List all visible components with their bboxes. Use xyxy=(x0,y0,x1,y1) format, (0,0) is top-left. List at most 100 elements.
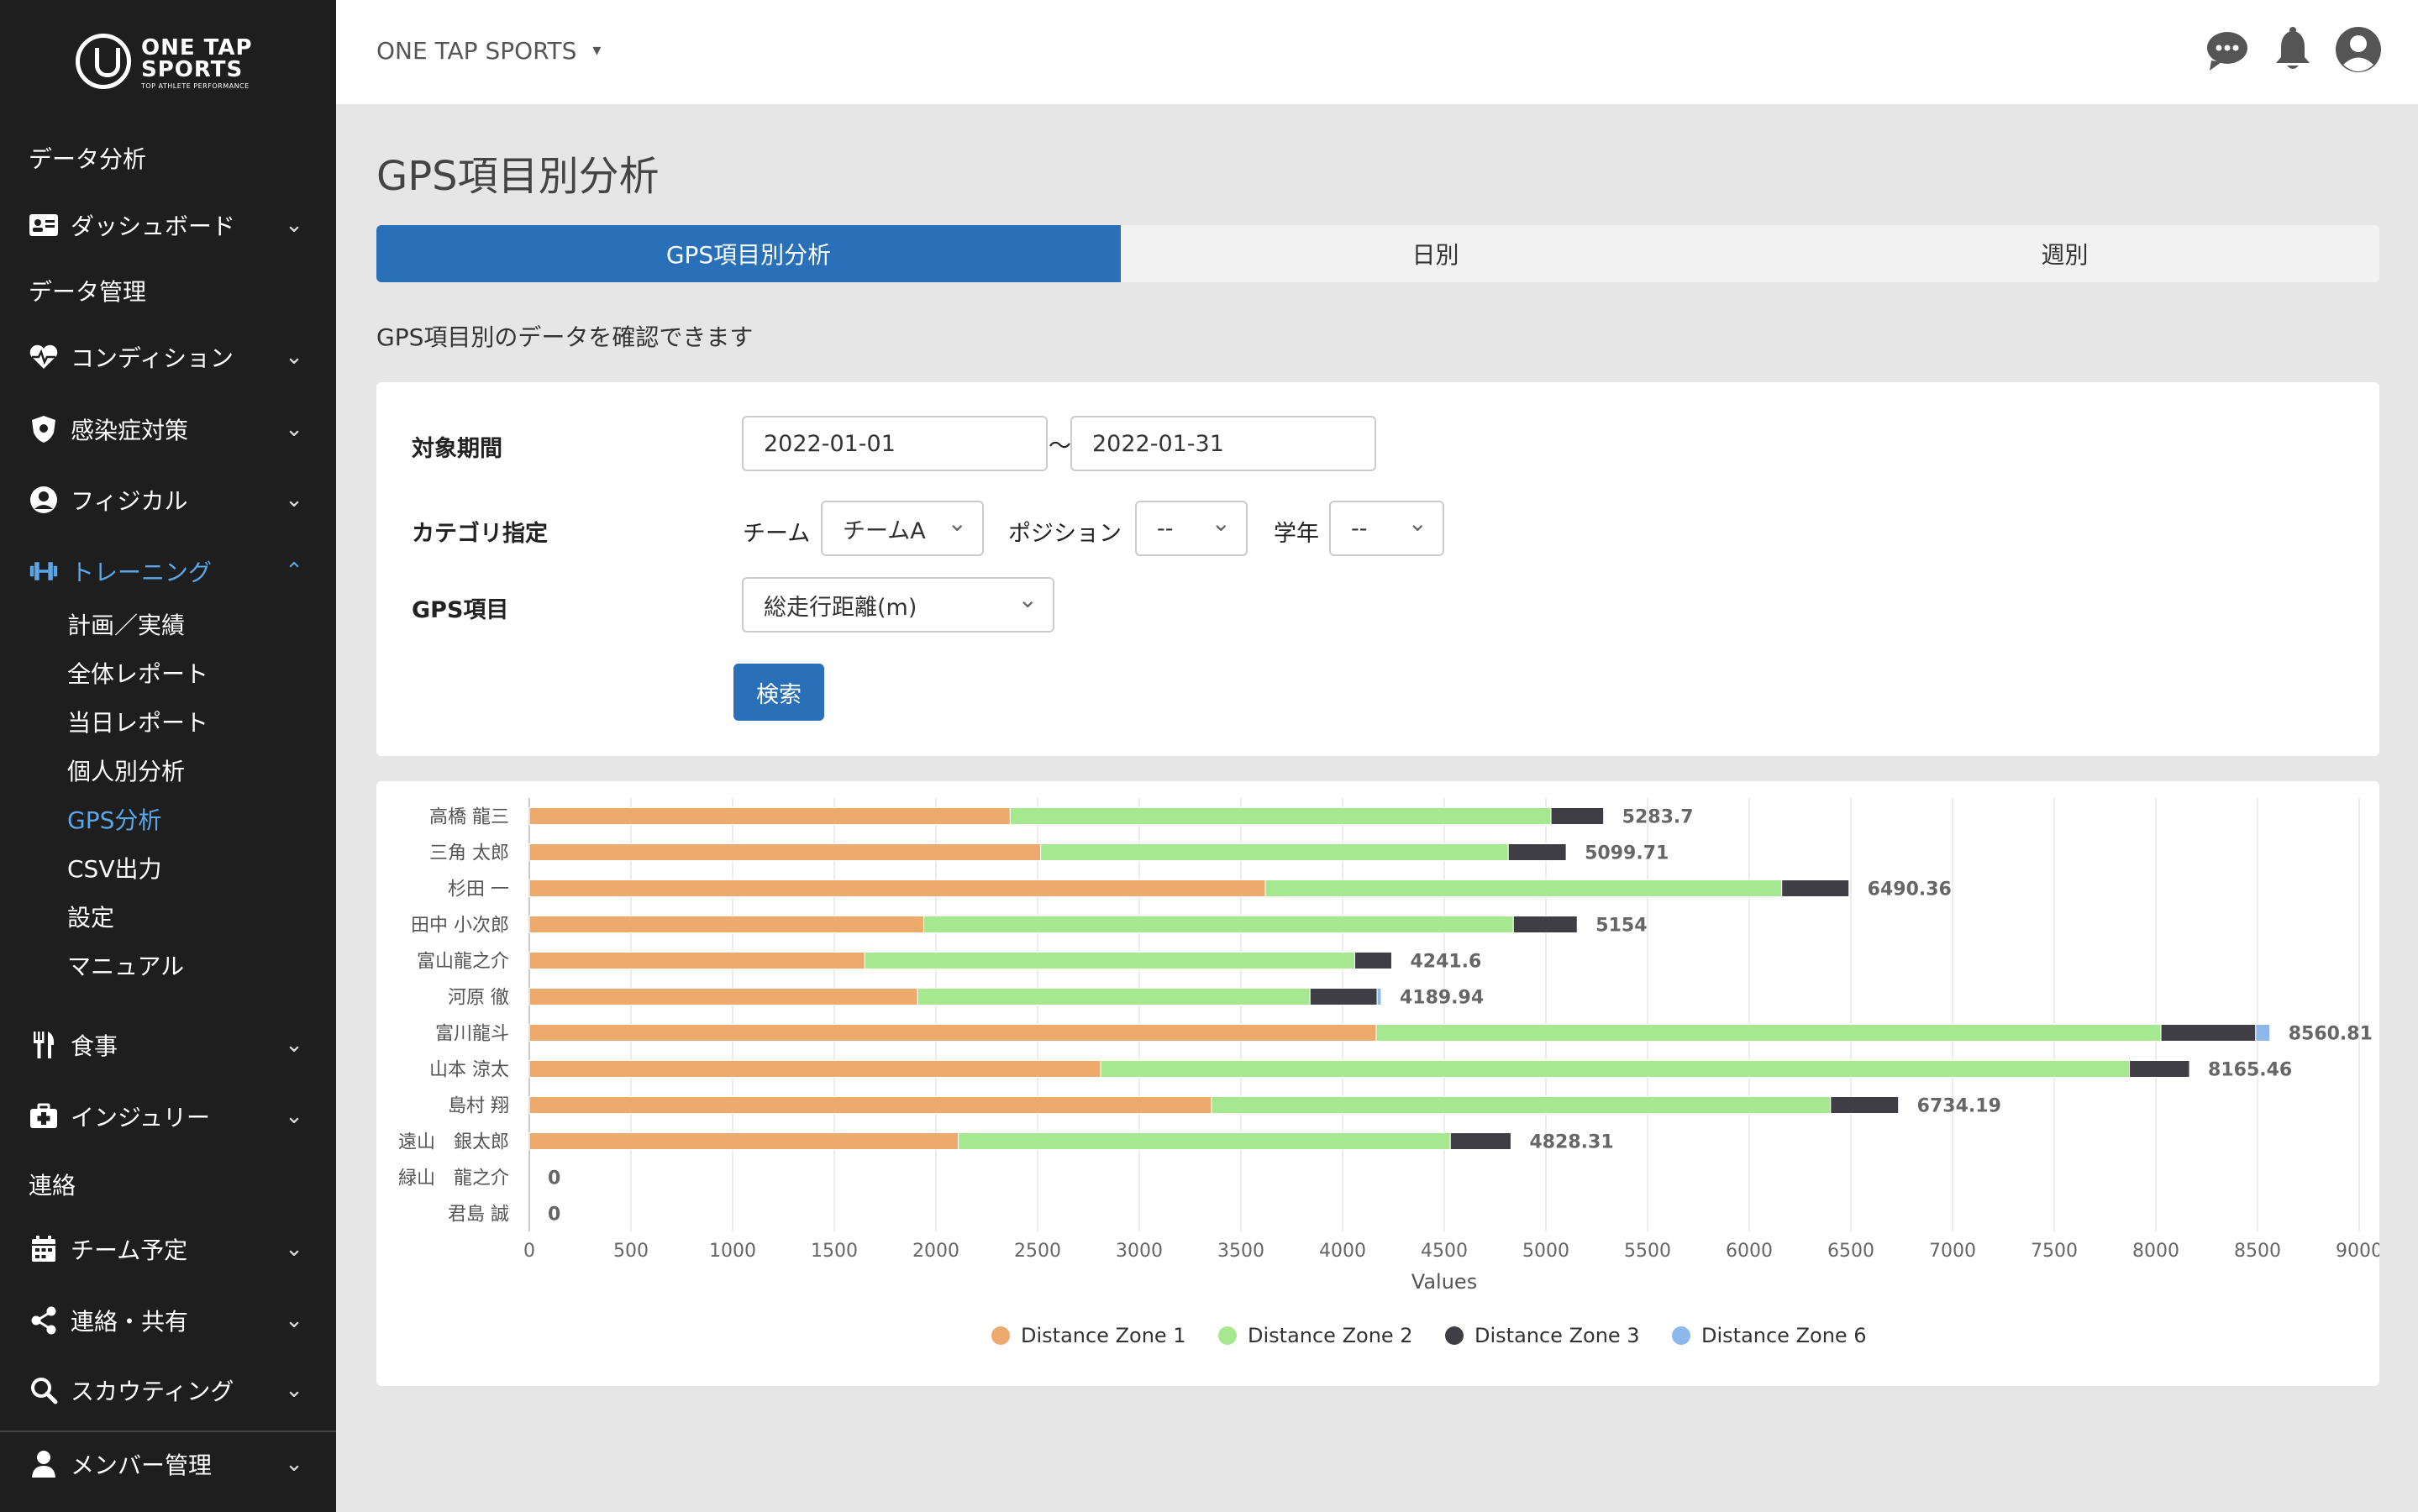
app-logo[interactable]: ONE TAP SPORTS TOP ATHLETE PERFORMANCE xyxy=(76,34,269,92)
position-label: ポジション xyxy=(1008,521,1122,547)
sidebar-item-physical[interactable]: フィジカル ⌄ xyxy=(0,475,336,525)
search-button[interactable]: 検索 xyxy=(733,664,824,721)
sidebar-item-dashboard[interactable]: ダッシュボード ⌄ xyxy=(0,200,336,250)
bar-segment xyxy=(528,1096,1212,1114)
bar-total-label: 5283.7 xyxy=(1622,807,1694,828)
medkit-icon xyxy=(29,1101,59,1131)
bar-segment xyxy=(2160,1024,2257,1042)
sidebar-subitem-gps-analysis[interactable]: GPS分析 xyxy=(67,802,161,836)
sidebar-item-label: コンディション xyxy=(71,344,234,372)
account-avatar-icon[interactable] xyxy=(2334,25,2383,74)
x-tick-label: 3500 xyxy=(1217,1241,1264,1262)
sidebar-item-team-schedule[interactable]: チーム予定 ⌄ xyxy=(0,1224,336,1274)
logo-line1: ONE TAP xyxy=(141,35,253,60)
y-category-label: 三角 太郎 xyxy=(429,843,509,864)
category-label: カテゴリ指定 xyxy=(412,521,548,547)
filter-card: 対象期間 2022-01-01 〜 2022-01-31 カテゴリ指定 チーム … xyxy=(376,382,2379,756)
position-select[interactable]: -- xyxy=(1135,501,1248,556)
x-tick-label: 2000 xyxy=(912,1241,959,1262)
chevron-down-icon: ⌄ xyxy=(285,1452,303,1477)
tab-gps-item-analysis[interactable]: GPS項目別分析 xyxy=(376,225,1121,282)
bar-segment xyxy=(1781,879,1850,897)
bar-segment xyxy=(528,807,1011,825)
legend-label: Distance Zone 2 xyxy=(1248,1324,1413,1347)
sidebar-item-scouting[interactable]: スカウティング ⌄ xyxy=(0,1365,336,1415)
sidebar-heading-data-analysis: データ分析 xyxy=(29,145,147,173)
chevron-down-icon: ⌄ xyxy=(285,344,303,370)
sidebar: ONE TAP SPORTS TOP ATHLETE PERFORMANCE デ… xyxy=(0,0,336,1512)
bar-total-label: 4241.6 xyxy=(1410,952,1481,973)
date-from-input[interactable]: 2022-01-01 xyxy=(742,416,1048,471)
sidebar-item-condition[interactable]: コンディション ⌄ xyxy=(0,332,336,382)
chat-icon[interactable] xyxy=(2203,25,2252,74)
x-tick-label: 8000 xyxy=(2132,1241,2179,1262)
x-tick-label: 1500 xyxy=(811,1241,858,1262)
tab-weekly[interactable]: 週別 xyxy=(1750,225,2379,282)
sidebar-item-infection[interactable]: 感染症対策 ⌄ xyxy=(0,404,336,454)
bar-segment xyxy=(1830,1096,1900,1114)
legend-label: Distance Zone 1 xyxy=(1021,1324,1186,1347)
sidebar-divider xyxy=(0,1431,336,1432)
y-category-label: 田中 小次郎 xyxy=(411,916,509,937)
sidebar-subitem-csv-export[interactable]: CSV出力 xyxy=(67,851,161,885)
bar-segment xyxy=(1449,1132,1511,1150)
sidebar-subitem-settings[interactable]: 設定 xyxy=(67,900,114,933)
sidebar-subitem-individual-analysis[interactable]: 個人別分析 xyxy=(67,753,185,787)
sidebar-item-label: トレーニング xyxy=(71,559,213,586)
bar-total-label: 8165.46 xyxy=(2208,1060,2292,1081)
team-selector[interactable]: ONE TAP SPORTS ▾ xyxy=(376,37,601,65)
sidebar-subitem-plan[interactable]: 計画／実績 xyxy=(67,607,185,641)
sidebar-item-injury[interactable]: インジュリー ⌄ xyxy=(0,1091,336,1142)
sidebar-item-label: チーム予定 xyxy=(71,1236,188,1264)
bar-segment xyxy=(1211,1096,1832,1114)
x-tick-label: 8500 xyxy=(2234,1241,2281,1262)
date-separator: 〜 xyxy=(1049,433,1071,459)
bar-total-label: 8560.81 xyxy=(2289,1024,2373,1045)
bar-segment xyxy=(1309,988,1378,1005)
y-category-label: 君島 誠 xyxy=(448,1205,509,1226)
date-to-input[interactable]: 2022-01-31 xyxy=(1070,416,1376,471)
logo-line2: SPORTS xyxy=(141,57,244,82)
x-tick-label: 2500 xyxy=(1014,1241,1061,1262)
x-axis-label: Values xyxy=(1411,1270,1477,1294)
x-tick-label: 7500 xyxy=(2031,1241,2078,1262)
chevron-down-icon: ⌄ xyxy=(285,213,303,238)
sidebar-item-label: 感染症対策 xyxy=(71,417,189,444)
chevron-up-icon: ⌃ xyxy=(285,559,303,584)
bar-segment xyxy=(1264,879,1783,897)
bar-total-label: 6734.19 xyxy=(1917,1096,2001,1117)
caret-down-icon: ▾ xyxy=(592,39,602,60)
sidebar-item-label: 連絡・共有 xyxy=(71,1308,189,1336)
sidebar-subitem-overall-report[interactable]: 全体レポート xyxy=(67,656,208,690)
legend-swatch xyxy=(1672,1326,1690,1345)
y-category-label: 富山龍之介 xyxy=(417,952,509,973)
sidebar-item-meal[interactable]: 食事 ⌄ xyxy=(0,1020,336,1070)
chevron-down-icon: ⌄ xyxy=(285,1032,303,1058)
bell-icon[interactable] xyxy=(2268,25,2317,74)
tab-daily[interactable]: 日別 xyxy=(1121,225,1750,282)
period-label: 対象期間 xyxy=(412,436,502,462)
bar-total-label: 0 xyxy=(548,1205,560,1226)
gps-item-select[interactable]: 総走行距離(m) xyxy=(742,577,1054,633)
legend-swatch xyxy=(991,1326,1010,1345)
sidebar-item-label: ダッシュボード xyxy=(71,213,236,240)
sidebar-item-share[interactable]: 連絡・共有 ⌄ xyxy=(0,1295,336,1346)
y-category-label: 杉田 一 xyxy=(448,879,509,900)
x-tick-label: 5500 xyxy=(1624,1241,1671,1262)
grade-select[interactable]: -- xyxy=(1329,501,1444,556)
sidebar-item-training[interactable]: トレーニング ⌃ xyxy=(0,546,336,596)
user-icon xyxy=(29,1449,59,1479)
bar-total-label: 0 xyxy=(548,1168,560,1189)
bar-total-label: 4189.94 xyxy=(1400,988,1484,1009)
utensils-icon xyxy=(29,1030,59,1060)
x-tick-label: 9000 xyxy=(2336,1241,2379,1262)
sidebar-item-label: フィジカル xyxy=(71,487,188,515)
sidebar-item-members[interactable]: メンバー管理 ⌄ xyxy=(0,1439,336,1489)
team-select[interactable]: チームA xyxy=(821,501,984,556)
sidebar-subitem-daily-report[interactable]: 当日レポート xyxy=(67,705,208,738)
bar-total-label: 4828.31 xyxy=(1529,1132,1613,1153)
bar-segment xyxy=(2129,1060,2190,1078)
sidebar-subitem-manual[interactable]: マニュアル xyxy=(67,948,184,982)
x-tick-label: 7000 xyxy=(1929,1241,1976,1262)
x-tick-label: 6000 xyxy=(1726,1241,1773,1262)
